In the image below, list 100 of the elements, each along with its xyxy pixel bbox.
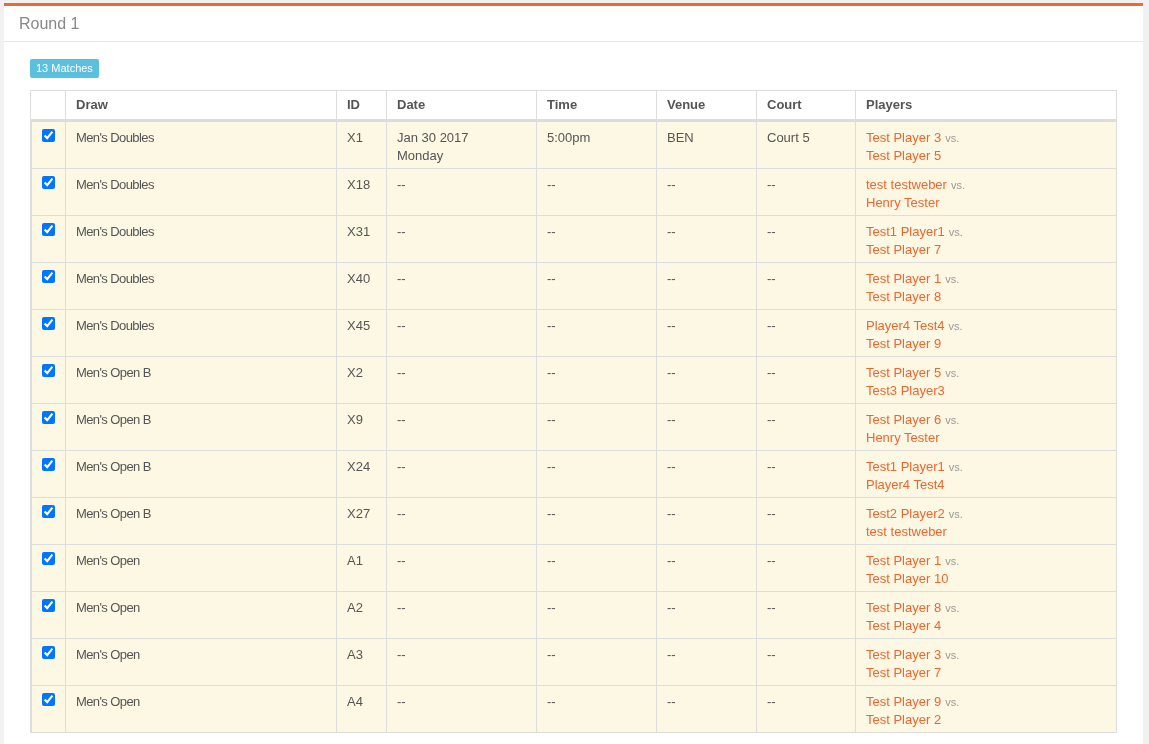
match-date: -- bbox=[397, 411, 406, 429]
row-checkbox[interactable] bbox=[42, 505, 55, 518]
player-link[interactable]: Test2 Player2 bbox=[866, 505, 945, 523]
player-link[interactable]: Test Player 9 bbox=[866, 335, 942, 353]
match-time: -- bbox=[547, 317, 556, 335]
match-venue: -- bbox=[667, 317, 676, 335]
match-time: -- bbox=[547, 223, 556, 241]
match-time: -- bbox=[547, 646, 556, 664]
versus-label: vs. bbox=[945, 601, 960, 616]
match-time: -- bbox=[547, 270, 556, 288]
match-id: X45 bbox=[347, 317, 371, 335]
column-header: Time bbox=[547, 97, 578, 112]
match-date: Jan 30 2017 bbox=[397, 129, 469, 147]
player-link[interactable]: Henry Tester bbox=[866, 429, 940, 447]
row-checkbox[interactable] bbox=[42, 176, 55, 189]
match-court: -- bbox=[767, 270, 776, 288]
match-id: X24 bbox=[347, 458, 371, 476]
match-id: A2 bbox=[347, 599, 363, 617]
match-court: -- bbox=[767, 599, 776, 617]
draw-name: Men's Open bbox=[76, 693, 140, 711]
row-checkbox[interactable] bbox=[42, 693, 55, 706]
draw-name: Men's Open B bbox=[76, 505, 151, 523]
versus-label: vs. bbox=[945, 695, 960, 710]
match-court: -- bbox=[767, 505, 776, 523]
match-time: -- bbox=[547, 693, 556, 711]
row-checkbox[interactable] bbox=[42, 129, 55, 142]
match-time: -- bbox=[547, 505, 556, 523]
match-court: -- bbox=[767, 411, 776, 429]
versus-label: vs. bbox=[948, 507, 963, 522]
match-venue: -- bbox=[667, 599, 676, 617]
versus-label: vs. bbox=[948, 319, 963, 334]
match-venue: -- bbox=[667, 505, 676, 523]
player-link[interactable]: Test Player 8 bbox=[866, 599, 942, 617]
player-link[interactable]: Test Player 5 bbox=[866, 147, 942, 165]
match-court: -- bbox=[767, 552, 776, 570]
player-link[interactable]: Test Player 7 bbox=[866, 664, 942, 682]
player-link[interactable]: Test Player 9 bbox=[866, 693, 942, 711]
match-date: -- bbox=[397, 693, 406, 711]
player-link[interactable]: Player4 Test4 bbox=[866, 476, 945, 494]
column-header: Draw bbox=[76, 97, 108, 112]
draw-name: Men's Open bbox=[76, 552, 140, 570]
player-link[interactable]: test testweber bbox=[866, 176, 947, 194]
player-link[interactable]: Test1 Player1 bbox=[866, 223, 945, 241]
player-link[interactable]: Player4 Test4 bbox=[866, 317, 945, 335]
match-court: -- bbox=[767, 317, 776, 335]
match-id: X2 bbox=[347, 364, 363, 382]
versus-label: vs. bbox=[945, 272, 960, 287]
match-date: -- bbox=[397, 176, 406, 194]
row-checkbox[interactable] bbox=[42, 364, 55, 377]
match-venue: BEN bbox=[667, 129, 694, 147]
player-link[interactable]: Test Player 5 bbox=[866, 364, 942, 382]
match-venue: -- bbox=[667, 552, 676, 570]
match-time: -- bbox=[547, 411, 556, 429]
match-court: Court 5 bbox=[767, 129, 810, 147]
draw-name: Men's Open bbox=[76, 599, 140, 617]
match-id: X1 bbox=[347, 129, 363, 147]
column-header: Venue bbox=[667, 97, 706, 112]
player-link[interactable]: Test Player 4 bbox=[866, 617, 942, 635]
player-link[interactable]: Test3 Player3 bbox=[866, 382, 945, 400]
player-link[interactable]: Test Player 3 bbox=[866, 646, 942, 664]
match-date: -- bbox=[397, 505, 406, 523]
row-checkbox[interactable] bbox=[42, 552, 55, 565]
player-link[interactable]: Test Player 1 bbox=[866, 552, 942, 570]
player-link[interactable]: Test Player 8 bbox=[866, 288, 942, 306]
versus-label: vs. bbox=[950, 178, 965, 193]
row-checkbox[interactable] bbox=[42, 223, 55, 236]
match-venue: -- bbox=[667, 223, 676, 241]
player-link[interactable]: Test Player 3 bbox=[866, 129, 942, 147]
player-link[interactable]: Test Player 2 bbox=[866, 711, 942, 729]
row-checkbox[interactable] bbox=[42, 270, 55, 283]
player-link[interactable]: test testweber bbox=[866, 523, 947, 541]
player-link[interactable]: Test Player 1 bbox=[866, 270, 942, 288]
match-court: -- bbox=[767, 223, 776, 241]
row-checkbox[interactable] bbox=[42, 458, 55, 471]
draw-name: Men's Doubles bbox=[76, 317, 154, 335]
match-court: -- bbox=[767, 693, 776, 711]
match-id: X31 bbox=[347, 223, 371, 241]
match-id: A4 bbox=[347, 693, 363, 711]
row-checkbox[interactable] bbox=[42, 646, 55, 659]
match-date: -- bbox=[397, 599, 406, 617]
player-link[interactable]: Henry Tester bbox=[866, 194, 940, 212]
match-count-badge: 13 Matches bbox=[30, 59, 99, 78]
player-link[interactable]: Test Player 6 bbox=[866, 411, 942, 429]
row-checkbox[interactable] bbox=[42, 411, 55, 424]
row-checkbox[interactable] bbox=[42, 317, 55, 330]
draw-name: Men's Doubles bbox=[76, 129, 154, 147]
player-link[interactable]: Test Player 10 bbox=[866, 570, 949, 588]
player-link[interactable]: Test1 Player1 bbox=[866, 458, 945, 476]
match-venue: -- bbox=[667, 364, 676, 382]
versus-label: vs. bbox=[945, 554, 960, 569]
column-header: Court bbox=[767, 97, 802, 112]
draw-name: Men's Open B bbox=[76, 458, 151, 476]
match-venue: -- bbox=[667, 411, 676, 429]
row-checkbox[interactable] bbox=[42, 599, 55, 612]
draw-name: Men's Doubles bbox=[76, 223, 154, 241]
draw-name: Men's Doubles bbox=[76, 270, 154, 288]
match-date: -- bbox=[397, 364, 406, 382]
match-time: -- bbox=[547, 364, 556, 382]
match-court: -- bbox=[767, 176, 776, 194]
player-link[interactable]: Test Player 7 bbox=[866, 241, 942, 259]
